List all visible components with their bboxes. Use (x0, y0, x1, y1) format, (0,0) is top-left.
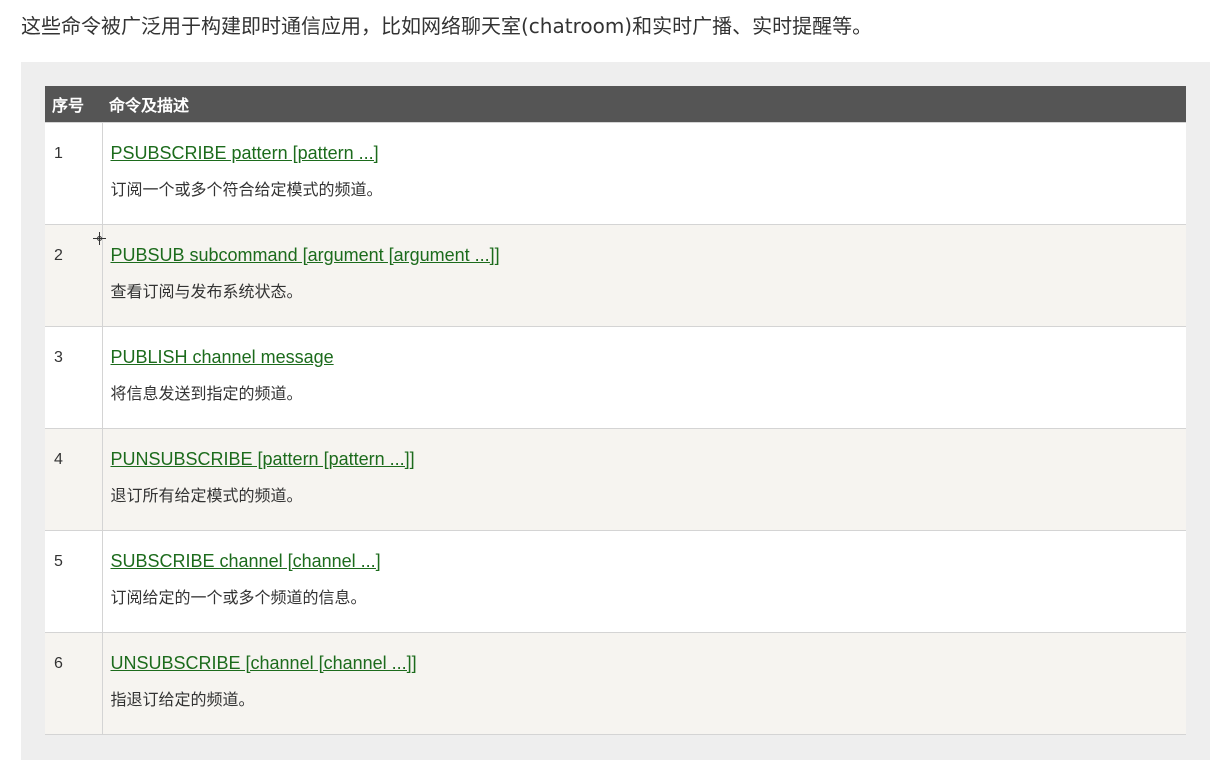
row-number: 4 (45, 428, 103, 531)
command-description: 订阅给定的一个或多个频道的信息。 (110, 588, 367, 607)
table-row: 6 UNSUBSCRIBE [channel [channel ...]] 指退… (45, 632, 1186, 735)
header-command-description: 命令及描述 (102, 86, 1186, 123)
command-link-psubscribe[interactable]: PSUBSCRIBE pattern [pattern ...] (111, 141, 379, 165)
row-number: 6 (45, 632, 103, 735)
table-row: 5 SUBSCRIBE channel [channel ...] 订阅给定的一… (45, 530, 1186, 633)
row-content: PUBLISH channel message 将信息发送到指定的频道。 (102, 326, 1186, 429)
command-link-punsubscribe[interactable]: PUNSUBSCRIBE [pattern [pattern ...]] (111, 447, 415, 471)
command-description: 查看订阅与发布系统状态。 (110, 282, 303, 301)
row-number: 3 (45, 326, 103, 429)
command-link-pubsub[interactable]: PUBSUB subcommand [argument [argument ..… (111, 243, 500, 267)
command-description: 将信息发送到指定的频道。 (110, 384, 303, 403)
page: 这些命令被广泛用于构建即时通信应用，比如网络聊天室(chatroom)和实时广播… (0, 0, 1210, 776)
header-number: 序号 (45, 86, 102, 123)
row-number: 5 (45, 530, 103, 633)
command-link-subscribe[interactable]: SUBSCRIBE channel [channel ...] (111, 549, 381, 573)
crosshair-cursor-icon (93, 232, 106, 245)
row-content: PSUBSCRIBE pattern [pattern ...] 订阅一个或多个… (102, 122, 1186, 225)
commands-table-panel: 序号 命令及描述 1 PSUBSCRIBE pattern [pattern .… (21, 62, 1210, 760)
commands-table: 序号 命令及描述 1 PSUBSCRIBE pattern [pattern .… (45, 86, 1186, 735)
table-header-row: 序号 命令及描述 (45, 86, 1186, 123)
command-description: 退订所有给定模式的频道。 (110, 486, 303, 505)
table-row: 3 PUBLISH channel message 将信息发送到指定的频道。 (45, 326, 1186, 429)
row-content: PUBSUB subcommand [argument [argument ..… (102, 224, 1186, 327)
table-row: 1 PSUBSCRIBE pattern [pattern ...] 订阅一个或… (45, 122, 1186, 225)
table-row: 4 PUNSUBSCRIBE [pattern [pattern ...]] 退… (45, 428, 1186, 531)
command-description: 订阅一个或多个符合给定模式的频道。 (110, 180, 383, 199)
row-content: UNSUBSCRIBE [channel [channel ...]] 指退订给… (102, 632, 1186, 735)
command-link-unsubscribe[interactable]: UNSUBSCRIBE [channel [channel ...]] (111, 651, 417, 675)
row-number: 1 (45, 122, 103, 225)
table-row: 2 PUBSUB subcommand [argument [argument … (45, 224, 1186, 327)
row-content: PUNSUBSCRIBE [pattern [pattern ...]] 退订所… (102, 428, 1186, 531)
command-link-publish[interactable]: PUBLISH channel message (111, 345, 334, 369)
intro-paragraph: 这些命令被广泛用于构建即时通信应用，比如网络聊天室(chatroom)和实时广播… (21, 14, 873, 38)
row-content: SUBSCRIBE channel [channel ...] 订阅给定的一个或… (102, 530, 1186, 633)
command-description: 指退订给定的频道。 (110, 690, 255, 709)
